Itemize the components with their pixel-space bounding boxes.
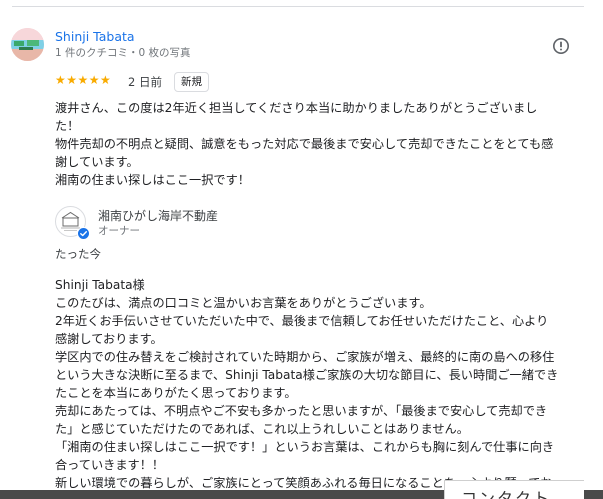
review-date: 2 日前 <box>128 75 162 89</box>
reply-text-line: 売却にあたっては、不明点やご不安も多かったと思いますが、「最後まで安心して売却で… <box>55 404 548 418</box>
contact-tab-label: コンタクト <box>461 489 552 499</box>
review-text-line: 謝しています。 <box>55 155 139 169</box>
reviewer-name[interactable]: Shinji Tabata <box>55 29 135 44</box>
owner-name: 湘南ひがし海岸不動産 <box>98 209 219 223</box>
review-text-line: 物件売却の不明点と疑問、誠意をもった対応で最後まで安心して売却できたことをとても… <box>55 137 554 151</box>
owner-reply-text: Shinji Tabata様 このたびは、満点の口コミと温かいお言葉をありがとう… <box>55 276 583 492</box>
avatar-landscape-image <box>11 28 44 61</box>
reply-text-line: 2年近くお手伝いさせていただいた中で、最後まで信頼してお任せいただけたこと、心よ… <box>55 314 549 328</box>
contact-tab[interactable]: コンタクト <box>444 480 584 499</box>
owner-logo <box>55 206 90 240</box>
reply-text-line: たことを本当にありがたく思っております。 <box>55 386 297 400</box>
reply-text-line: た」と感じていただけたのであれば、これ以上うれしいことはありません。 <box>55 422 469 436</box>
reply-text-line: このたびは、満点の口コミと温かいお言葉をありがとうございます。 <box>55 296 432 310</box>
star-rating: ★★★★★ <box>55 73 112 87</box>
review-text: 渡井さん、この度は2年近く担当してくださり本当に助かりましたありがとうございまし… <box>55 99 583 189</box>
reply-text-line: という大きな決断に至るまで、Shinji Tabata様ご家族の大切な節目に、長… <box>55 368 559 382</box>
reviewer-avatar[interactable] <box>11 28 44 61</box>
report-flag-icon[interactable] <box>552 37 570 55</box>
verified-check-icon <box>77 227 90 240</box>
reply-text-line: 感謝しております。 <box>55 332 163 346</box>
owner-role: オーナー <box>98 225 140 237</box>
new-badge: 新規 <box>174 72 209 92</box>
review-text-line: 渡井さん、この度は2年近く担当してくださり本当に助かりましたありがとうございまし <box>55 101 538 115</box>
review-text-line: 湘南の住まい探しはここ一択です！ <box>55 173 250 187</box>
reply-text-line: 「湘南の住まい探しはここ一択です！」というお言葉は、これからも胸に刻んで仕事に向… <box>55 440 555 454</box>
reply-text-line: 合っていきます！！ <box>55 458 165 472</box>
reply-text-line: 学区内での住み替えをご検討されていた時期から、ご家族が増え、最終的に南の島への移… <box>55 350 555 364</box>
reply-text-line: Shinji Tabata様 <box>55 278 145 292</box>
reply-time: たった今 <box>55 247 101 261</box>
review-text-line: た！ <box>55 119 80 133</box>
top-divider <box>12 6 584 7</box>
reviewer-meta: 1 件のクチコミ・0 枚の写真 <box>55 47 191 59</box>
